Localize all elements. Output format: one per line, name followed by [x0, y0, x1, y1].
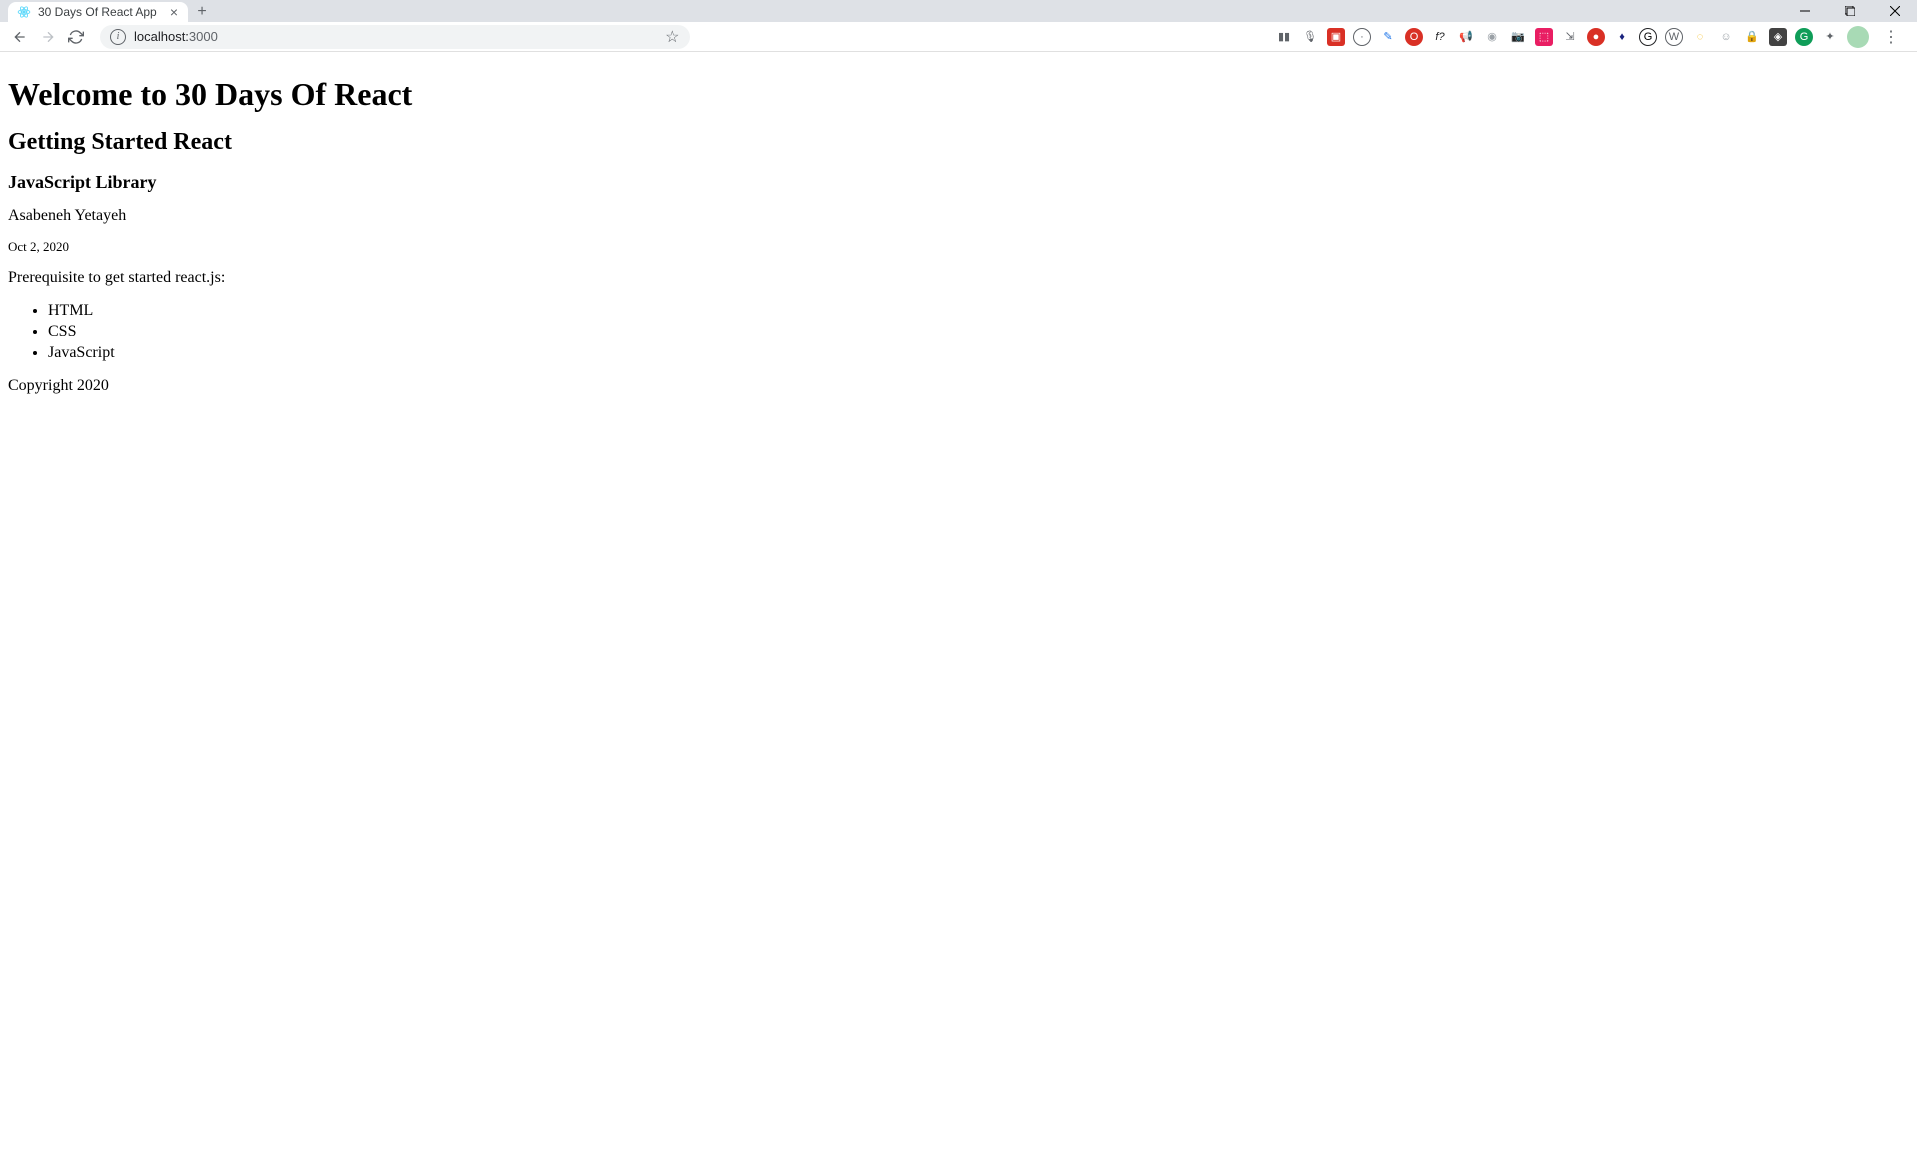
list-item: JavaScript [48, 343, 1909, 364]
extension-icon[interactable]: ♦ [1613, 28, 1631, 46]
extension-icon[interactable]: G [1795, 28, 1813, 46]
chrome-menu-button[interactable]: ⋮ [1877, 27, 1905, 47]
profile-avatar[interactable] [1847, 26, 1869, 48]
new-tab-button[interactable]: + [188, 2, 216, 22]
tab-bar: 30 Days Of React App × + [0, 0, 1917, 22]
extension-icon[interactable]: ☺ [1717, 28, 1735, 46]
browser-tab[interactable]: 30 Days Of React App × [8, 2, 188, 22]
extension-icon[interactable]: W [1665, 28, 1683, 46]
extension-icon[interactable]: ◉ [1483, 28, 1501, 46]
page-heading-3: JavaScript Library [8, 172, 1909, 193]
prerequisite-list: HTML CSS JavaScript [8, 301, 1909, 363]
extension-icon[interactable]: ◈ [1769, 28, 1787, 46]
extension-icon[interactable]: ▮▮ [1275, 28, 1293, 46]
extension-icon[interactable]: f? [1431, 28, 1449, 46]
url-text: localhost:3000 [134, 29, 218, 44]
extension-icon[interactable]: O [1405, 28, 1423, 46]
extensions-puzzle-icon[interactable]: ✦ [1821, 28, 1839, 46]
extension-icon[interactable]: ⇲ [1561, 28, 1579, 46]
extension-icon[interactable]: ◌ [1691, 28, 1709, 46]
react-favicon-icon [16, 4, 32, 20]
author-name: Asabeneh Yetayeh [8, 207, 1909, 225]
browser-toolbar: i localhost:3000 ☆ ▮▮ 🎙 ▣ · ✎ O f? 📢 ◉ 📷… [0, 22, 1917, 52]
forward-button[interactable] [36, 25, 60, 49]
close-window-button[interactable] [1872, 0, 1917, 22]
extension-icon[interactable]: 🔒 [1743, 28, 1761, 46]
extension-icon[interactable]: ▣ [1327, 28, 1345, 46]
extension-icon[interactable]: 📷 [1509, 28, 1527, 46]
extension-icon[interactable]: ● [1587, 28, 1605, 46]
window-controls [1782, 0, 1917, 22]
tab-title: 30 Days Of React App [38, 5, 162, 19]
list-item: HTML [48, 301, 1909, 322]
reload-button[interactable] [64, 25, 88, 49]
page-content: Welcome to 30 Days Of React Getting Star… [0, 52, 1917, 417]
extension-icon[interactable]: 🎙 [1301, 28, 1319, 46]
extension-icon[interactable]: ✎ [1379, 28, 1397, 46]
publish-date: Oct 2, 2020 [8, 239, 1909, 255]
extensions-area: ▮▮ 🎙 ▣ · ✎ O f? 📢 ◉ 📷 ⬚ ⇲ ● ♦ G W ◌ ☺ 🔒 … [1275, 26, 1909, 48]
page-heading-2: Getting Started React [8, 129, 1909, 156]
back-button[interactable] [8, 25, 32, 49]
bookmark-star-icon[interactable]: ☆ [665, 27, 679, 47]
extension-icon[interactable]: 📢 [1457, 28, 1475, 46]
close-tab-icon[interactable]: × [168, 4, 180, 20]
address-bar[interactable]: i localhost:3000 ☆ [100, 25, 690, 49]
minimize-button[interactable] [1782, 0, 1827, 22]
extension-icon[interactable]: ⬚ [1535, 28, 1553, 46]
extension-icon[interactable]: · [1353, 28, 1371, 46]
maximize-button[interactable] [1827, 0, 1872, 22]
footer-copyright: Copyright 2020 [8, 377, 1909, 395]
extension-icon[interactable]: G [1639, 28, 1657, 46]
page-heading-1: Welcome to 30 Days Of React [8, 76, 1909, 113]
site-info-icon[interactable]: i [110, 29, 126, 45]
prerequisite-label: Prerequisite to get started react.js: [8, 269, 1909, 287]
list-item: CSS [48, 322, 1909, 343]
